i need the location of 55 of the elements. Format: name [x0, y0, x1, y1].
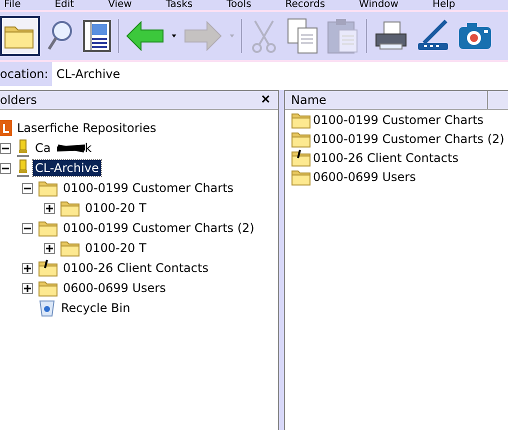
- plus-icon: [46, 244, 53, 252]
- folder-icon: [291, 168, 311, 186]
- clipboard-icon: [327, 18, 359, 54]
- search-icon: [45, 19, 75, 53]
- plus-icon: [24, 284, 31, 292]
- camera-icon: [458, 21, 492, 51]
- list-item[interactable]: 0100-26 Client Contacts: [313, 150, 458, 164]
- recycle-bin-icon: [38, 299, 56, 317]
- close-button[interactable]: ×: [261, 92, 270, 108]
- caret-icon: [229, 33, 235, 39]
- tree-item-end: k: [84, 140, 93, 156]
- folder-icon: [291, 110, 311, 128]
- list-item[interactable]: 0100-0199 Customer Charts (2): [313, 132, 504, 146]
- folder-icon: [60, 239, 80, 257]
- expander-button[interactable]: [44, 202, 55, 214]
- folder-icon: [60, 199, 80, 217]
- location-field[interactable]: CL-Archive: [52, 62, 508, 86]
- tree-item[interactable]: 0100-0199 Customer Charts (2): [61, 220, 256, 236]
- right-arrow-icon: [184, 21, 222, 51]
- marked-folder-icon: [291, 148, 311, 166]
- expander-button[interactable]: [0, 142, 11, 154]
- folder-icon: [291, 130, 311, 148]
- marked-folder-icon: [38, 259, 58, 277]
- location-label: ocation:: [0, 67, 50, 81]
- list-item[interactable]: 0600-0699 Users: [313, 170, 416, 184]
- expander-button[interactable]: [22, 222, 33, 234]
- caret-icon: [171, 33, 177, 39]
- copy-icon: [287, 18, 319, 54]
- left-arrow-icon: [126, 21, 164, 51]
- scanner-icon: [416, 19, 450, 53]
- expander-button[interactable]: [22, 282, 33, 294]
- tree-item[interactable]: CL-Archive: [33, 160, 101, 176]
- list-item[interactable]: 0100-0199 Customer Charts: [313, 112, 484, 126]
- tree-item[interactable]: 0100-0199 Customer Charts: [61, 180, 236, 196]
- tree-item[interactable]: 0100-26 Client Contacts: [61, 260, 210, 276]
- panel-title: olders: [0, 93, 37, 107]
- scissors-icon: [249, 19, 279, 53]
- expander-button[interactable]: [44, 242, 55, 254]
- tree-item[interactable]: Ca: [33, 140, 53, 156]
- document-icon: [83, 20, 111, 52]
- tree-item[interactable]: 0100-20 T: [83, 240, 148, 256]
- expander-button[interactable]: [22, 182, 33, 194]
- expander-button[interactable]: [22, 262, 33, 274]
- folder-icon: [38, 279, 58, 297]
- plus-icon: [24, 264, 31, 272]
- plus-icon: [46, 204, 53, 212]
- tree-item[interactable]: Laserfiche Repositories: [15, 120, 158, 136]
- tree-item[interactable]: 0600-0699 Users: [61, 280, 168, 296]
- tree-item[interactable]: 0100-20 T: [83, 200, 148, 216]
- folder-icon: [38, 219, 58, 237]
- printer-icon: [374, 20, 408, 52]
- expander-button[interactable]: [0, 162, 11, 174]
- tree-item[interactable]: Recycle Bin: [59, 300, 132, 316]
- toolbar-button[interactable]: [0, 16, 40, 56]
- folder-icon: [38, 179, 58, 197]
